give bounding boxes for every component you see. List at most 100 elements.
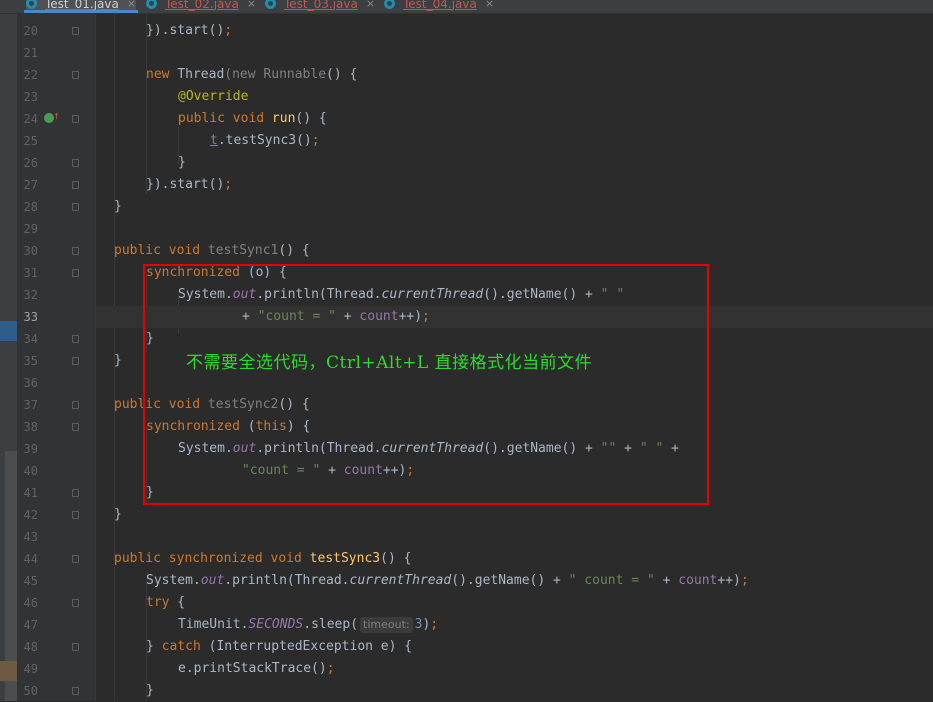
code-line[interactable]: e.printStackTrace(); — [96, 658, 933, 680]
tab-test-02[interactable]: Test_02.java × — [146, 0, 256, 13]
line-number: 50 — [23, 684, 38, 698]
code-line[interactable]: t.testSync3(); — [96, 130, 933, 152]
code-line[interactable]: TimeUnit.SECONDS.sleep(timeout: 3); — [96, 614, 933, 636]
line-number: 40 — [23, 464, 38, 478]
code-line[interactable]: public void run() { — [96, 108, 933, 130]
fold-marker-icon[interactable] — [72, 423, 79, 431]
line-number: 29 — [23, 222, 38, 236]
fold-marker-icon[interactable] — [72, 555, 79, 563]
close-icon[interactable]: × — [127, 0, 136, 10]
code-token: currentThread — [349, 573, 452, 588]
code-token: try — [146, 595, 170, 610]
close-icon[interactable]: × — [366, 0, 375, 10]
fold-marker-icon[interactable] — [72, 643, 79, 651]
line-number: 37 — [23, 398, 38, 412]
code-token: new — [146, 67, 178, 82]
line-number: 30 — [23, 244, 38, 258]
tab-label: Test_03.java — [284, 0, 358, 11]
line-number: 34 — [23, 332, 38, 346]
code-token: run — [271, 111, 296, 126]
line-number: 27 — [23, 178, 38, 192]
override-arrow-icon[interactable]: ↑ — [53, 110, 60, 122]
fold-marker-icon[interactable] — [72, 269, 79, 277]
fold-marker-icon[interactable] — [72, 115, 79, 123]
active-tab-indicator — [24, 10, 138, 13]
close-icon[interactable]: × — [247, 0, 256, 10]
code-line[interactable]: } — [96, 196, 933, 218]
code-line[interactable]: }).start(); — [96, 174, 933, 196]
code-token: } — [114, 353, 122, 368]
tab-test-04[interactable]: Test_04.java × — [384, 0, 494, 13]
code-line[interactable]: } — [96, 680, 933, 702]
code-token: new — [232, 67, 264, 82]
scroll-marker — [0, 321, 17, 341]
code-token: } — [146, 683, 154, 698]
scroll-marker — [0, 661, 17, 681]
code-line[interactable]: } — [96, 504, 933, 526]
tab-test-03[interactable]: Test_03.java × — [265, 0, 375, 13]
code-token: out — [200, 573, 225, 588]
code-token: () { — [278, 243, 310, 258]
code-token: count — [678, 573, 718, 588]
fold-marker-icon[interactable] — [72, 181, 79, 189]
code-token: } — [178, 155, 186, 170]
fold-marker-icon[interactable] — [72, 335, 79, 343]
code-token: () { — [295, 111, 327, 126]
code-token: @Override — [178, 89, 249, 104]
line-number: 41 — [23, 486, 38, 500]
line-number: 48 — [23, 640, 38, 654]
code-line[interactable]: public synchronized void testSync3() { — [96, 548, 933, 570]
code-line[interactable]: System.out.println(Thread.currentThread(… — [96, 570, 933, 592]
code-line[interactable]: }).start(); — [96, 20, 933, 42]
fold-marker-icon[interactable] — [72, 159, 79, 167]
code-token: () { — [380, 551, 412, 566]
code-token: } — [146, 639, 162, 654]
code-line[interactable]: new Thread(new Runnable() { — [96, 64, 933, 86]
line-number: 36 — [23, 376, 38, 390]
fold-marker-icon[interactable] — [72, 687, 79, 695]
code-token: Runnable — [263, 67, 327, 82]
code-token: ().getName() + — [451, 573, 569, 588]
line-number-current: 33 — [23, 310, 38, 324]
code-token: ; — [311, 133, 320, 148]
line-number: 46 — [23, 596, 38, 610]
tab-label: Test_04.java — [403, 0, 477, 11]
line-number: 28 — [23, 200, 38, 214]
line-number: 23 — [23, 90, 38, 104]
fold-marker-icon[interactable] — [72, 401, 79, 409]
code-token: TimeUnit. — [178, 617, 249, 632]
java-class-icon — [146, 0, 157, 9]
code-token: SECONDS — [248, 617, 304, 632]
java-class-icon — [265, 0, 276, 9]
line-number: 45 — [23, 574, 38, 588]
fold-marker-icon[interactable] — [72, 357, 79, 365]
code-token: t — [210, 133, 218, 148]
fold-marker-icon[interactable] — [72, 511, 79, 519]
code-line[interactable]: try { — [96, 592, 933, 614]
fold-marker-icon[interactable] — [72, 489, 79, 497]
line-number: 43 — [23, 530, 38, 544]
code-line[interactable]: } catch (InterruptedException e) { — [96, 636, 933, 658]
java-class-icon — [384, 0, 395, 9]
close-icon[interactable]: × — [485, 0, 494, 10]
code-token: e.printStackTrace() — [178, 661, 327, 676]
code-line[interactable]: } — [96, 152, 933, 174]
fold-marker-icon[interactable] — [72, 27, 79, 35]
line-number: 47 — [23, 618, 38, 632]
line-number: 26 — [23, 156, 38, 170]
code-token: (InterruptedException e) { — [200, 639, 413, 654]
code-token: public void — [114, 243, 208, 258]
code-line[interactable]: @Override — [96, 86, 933, 108]
fold-marker-icon[interactable] — [72, 71, 79, 79]
annotation-note: 不需要全选代码，Ctrl+Alt+L 直接格式化当前文件 — [186, 353, 593, 373]
line-number: 32 — [23, 288, 38, 302]
code-token: } — [114, 199, 122, 214]
code-token: public synchronized void — [114, 551, 310, 566]
code-line[interactable]: public void testSync1() { — [96, 240, 933, 262]
code-token: testSync3 — [309, 551, 381, 566]
line-number: 38 — [23, 420, 38, 434]
fold-marker-icon[interactable] — [72, 203, 79, 211]
fold-marker-icon[interactable] — [72, 247, 79, 255]
fold-marker-icon[interactable] — [72, 599, 79, 607]
code-token: .testSync3() — [217, 133, 312, 148]
